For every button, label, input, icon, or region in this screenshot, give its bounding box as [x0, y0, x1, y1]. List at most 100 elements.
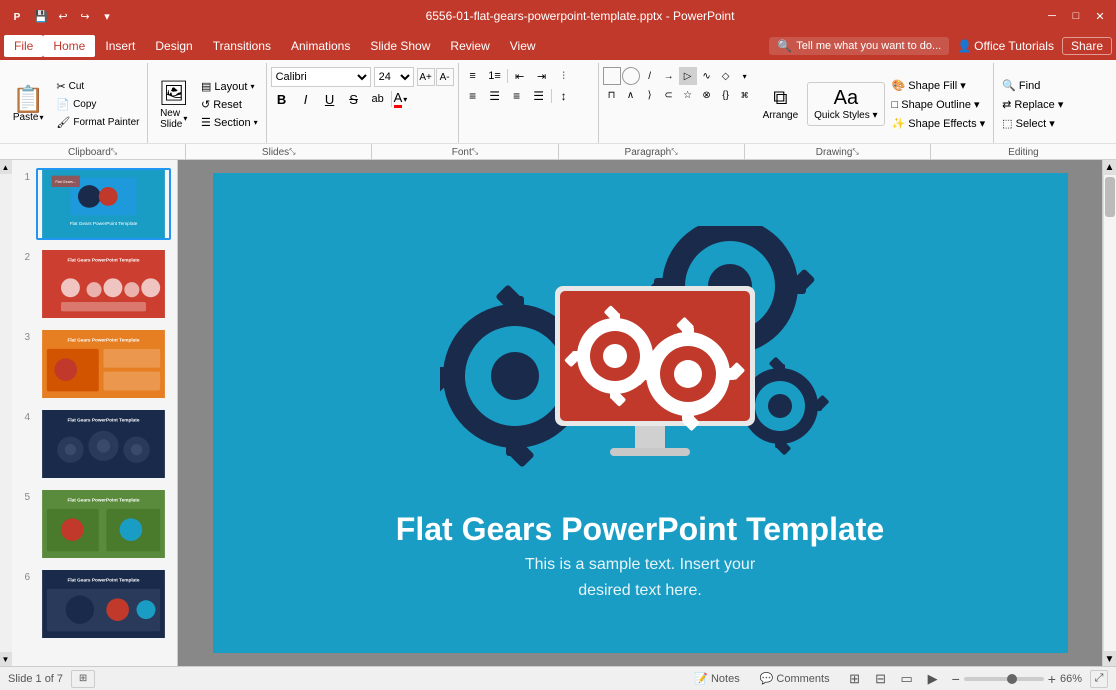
menu-design[interactable]: Design [145, 35, 202, 57]
shadow-button[interactable]: ab [367, 89, 389, 109]
menu-file[interactable]: File [4, 35, 43, 57]
arrange-button[interactable]: ⧉ Arrange [757, 83, 805, 125]
shape-5[interactable]: ⊂ [660, 86, 678, 104]
strikethrough-button[interactable]: S [343, 89, 365, 109]
paragraph-expand[interactable]: ⤡ [671, 147, 677, 157]
notes-button[interactable]: 📝 Notes [688, 671, 745, 686]
maximize-button[interactable]: □ [1068, 8, 1084, 24]
section-button[interactable]: ☰ Section ▾ [197, 114, 262, 131]
slideshow-button[interactable]: ▶ [922, 671, 944, 687]
shape-triangle[interactable]: ▷ [679, 67, 697, 85]
search-bar[interactable]: 🔍 Tell me what you want to do... [769, 37, 949, 55]
redo-icon[interactable]: ↪ [76, 7, 94, 25]
align-center-button[interactable]: ☰ [485, 87, 505, 105]
slide-view-icon[interactable]: ⊞ [71, 670, 95, 688]
font-increase-button[interactable]: A+ [417, 68, 435, 86]
quick-styles-button[interactable]: Aa Quick Styles ▾ [807, 82, 884, 126]
fit-window-button[interactable]: ⤢ [1090, 670, 1108, 688]
shape-3[interactable]: ∧ [622, 86, 640, 104]
shape-6[interactable]: ☆ [679, 86, 697, 104]
zoom-in-button[interactable]: + [1048, 671, 1056, 687]
shape-effects-button[interactable]: ✨ Shape Effects ▾ [888, 115, 990, 132]
right-scroll-down[interactable]: ▼ [1103, 652, 1116, 666]
shape-line[interactable]: / [641, 67, 659, 85]
reset-button[interactable]: ↺ Reset [197, 96, 262, 113]
shape-4[interactable]: ⟩ [641, 86, 659, 104]
slide-thumb-3[interactable]: 3 Flat Gears PowerPoint Template [16, 326, 173, 402]
menu-view[interactable]: View [500, 35, 546, 57]
shape-arrow[interactable]: → [660, 67, 678, 85]
font-expand[interactable]: ⤡ [472, 147, 478, 157]
share-button[interactable]: Share [1062, 37, 1112, 55]
right-scroll-thumb[interactable] [1105, 177, 1115, 217]
font-family-select[interactable]: Calibri [271, 67, 371, 87]
shape-8[interactable]: {} [717, 86, 735, 104]
slide-thumb-5[interactable]: 5 Flat Gears PowerPoint Template [16, 486, 173, 562]
line-spacing-button[interactable]: ↕ [554, 87, 574, 105]
shape-2[interactable]: ⊓ [603, 86, 621, 104]
menu-review[interactable]: Review [440, 35, 499, 57]
cut-button[interactable]: ✂ Cut [52, 78, 143, 95]
decrease-indent-button[interactable]: ⇤ [510, 67, 530, 85]
office-tutorials-button[interactable]: 👤 Office Tutorials [957, 39, 1054, 53]
new-slide-button[interactable]: 🖼 NewSlide▾ [152, 67, 194, 141]
numbered-list-button[interactable]: 1≡ [485, 67, 505, 85]
replace-button[interactable]: ⇄ Replace ▾ [998, 96, 1067, 113]
bullet-list-button[interactable]: ≡ [463, 67, 483, 85]
shape-circle[interactable] [622, 67, 640, 85]
format-painter-button[interactable]: 🖌 Format Painter [52, 114, 143, 131]
slide-thumb-6[interactable]: 6 Flat Gears PowerPoint Template [16, 566, 173, 642]
normal-view-button[interactable]: ⊞ [844, 671, 866, 687]
underline-button[interactable]: U [319, 89, 341, 109]
align-left-button[interactable]: ≡ [463, 87, 483, 105]
slide-sorter-button[interactable]: ⊟ [870, 671, 892, 687]
copy-button[interactable]: 📄 Copy [52, 96, 143, 113]
close-button[interactable]: ✕ [1092, 8, 1108, 24]
shape-curly[interactable]: ⌘ [736, 86, 754, 104]
slide-panel: 1 Flat Gears PowerPoint Template Flat Ge… [12, 160, 178, 666]
align-right-button[interactable]: ≡ [507, 87, 527, 105]
undo-icon[interactable]: ↩ [54, 7, 72, 25]
shape-more[interactable]: ▾ [736, 67, 754, 85]
menu-slideshow[interactable]: Slide Show [360, 35, 440, 57]
slide-thumb-1[interactable]: 1 Flat Gears PowerPoint Template Flat Ge… [16, 166, 173, 242]
zoom-out-button[interactable]: − [952, 671, 960, 687]
drawing-expand[interactable]: ⤡ [852, 147, 858, 157]
find-button[interactable]: 🔍 Find [998, 77, 1067, 94]
shape-curve[interactable]: ∿ [698, 67, 716, 85]
menu-insert[interactable]: Insert [95, 35, 145, 57]
italic-button[interactable]: I [295, 89, 317, 109]
font-color-button[interactable]: A ▾ [394, 90, 408, 108]
right-scroll-track[interactable] [1103, 174, 1116, 652]
justify-button[interactable]: ☰ [529, 87, 549, 105]
layout-button[interactable]: ▤ Layout ▾ [197, 78, 262, 95]
clipboard-expand[interactable]: ⤡ [111, 147, 117, 157]
scroll-up-arrow[interactable]: ▲ [0, 160, 12, 174]
shape-7[interactable]: ⊗ [698, 86, 716, 104]
column-button[interactable]: ⫶ [554, 67, 574, 85]
scroll-down-arrow[interactable]: ▼ [0, 652, 12, 666]
menu-home[interactable]: Home [43, 35, 95, 57]
menu-transitions[interactable]: Transitions [203, 35, 281, 57]
reading-view-button[interactable]: ▭ [896, 671, 918, 687]
font-size-select[interactable]: 24 [374, 67, 414, 87]
shape-fill-button[interactable]: 🎨 Shape Fill ▾ [888, 77, 990, 94]
save-icon[interactable]: 💾 [32, 7, 50, 25]
zoom-slider[interactable] [964, 677, 1044, 681]
customize-icon[interactable]: ▾ [98, 7, 116, 25]
shape-outline-button[interactable]: □ Shape Outline ▾ [888, 96, 990, 113]
menu-animations[interactable]: Animations [281, 35, 360, 57]
font-decrease-button[interactable]: A- [436, 68, 454, 86]
bold-button[interactable]: B [271, 89, 293, 109]
shape-rect[interactable] [603, 67, 621, 85]
comments-button[interactable]: 💬 Comments [754, 671, 836, 686]
minimize-button[interactable]: ─ [1044, 8, 1060, 24]
select-button[interactable]: ⬚ Select ▾ [998, 115, 1067, 132]
slides-expand[interactable]: ⤡ [289, 147, 295, 157]
right-scroll-up[interactable]: ▲ [1103, 160, 1116, 174]
slide-thumb-2[interactable]: 2 Flat Gears PowerPoint Template [16, 246, 173, 322]
paste-button[interactable]: 📋 Paste▾ [6, 67, 50, 141]
shape-diamond[interactable]: ◇ [717, 67, 735, 85]
slide-thumb-4[interactable]: 4 Flat Gears PowerPoint Template [16, 406, 173, 482]
increase-indent-button[interactable]: ⇥ [532, 67, 552, 85]
